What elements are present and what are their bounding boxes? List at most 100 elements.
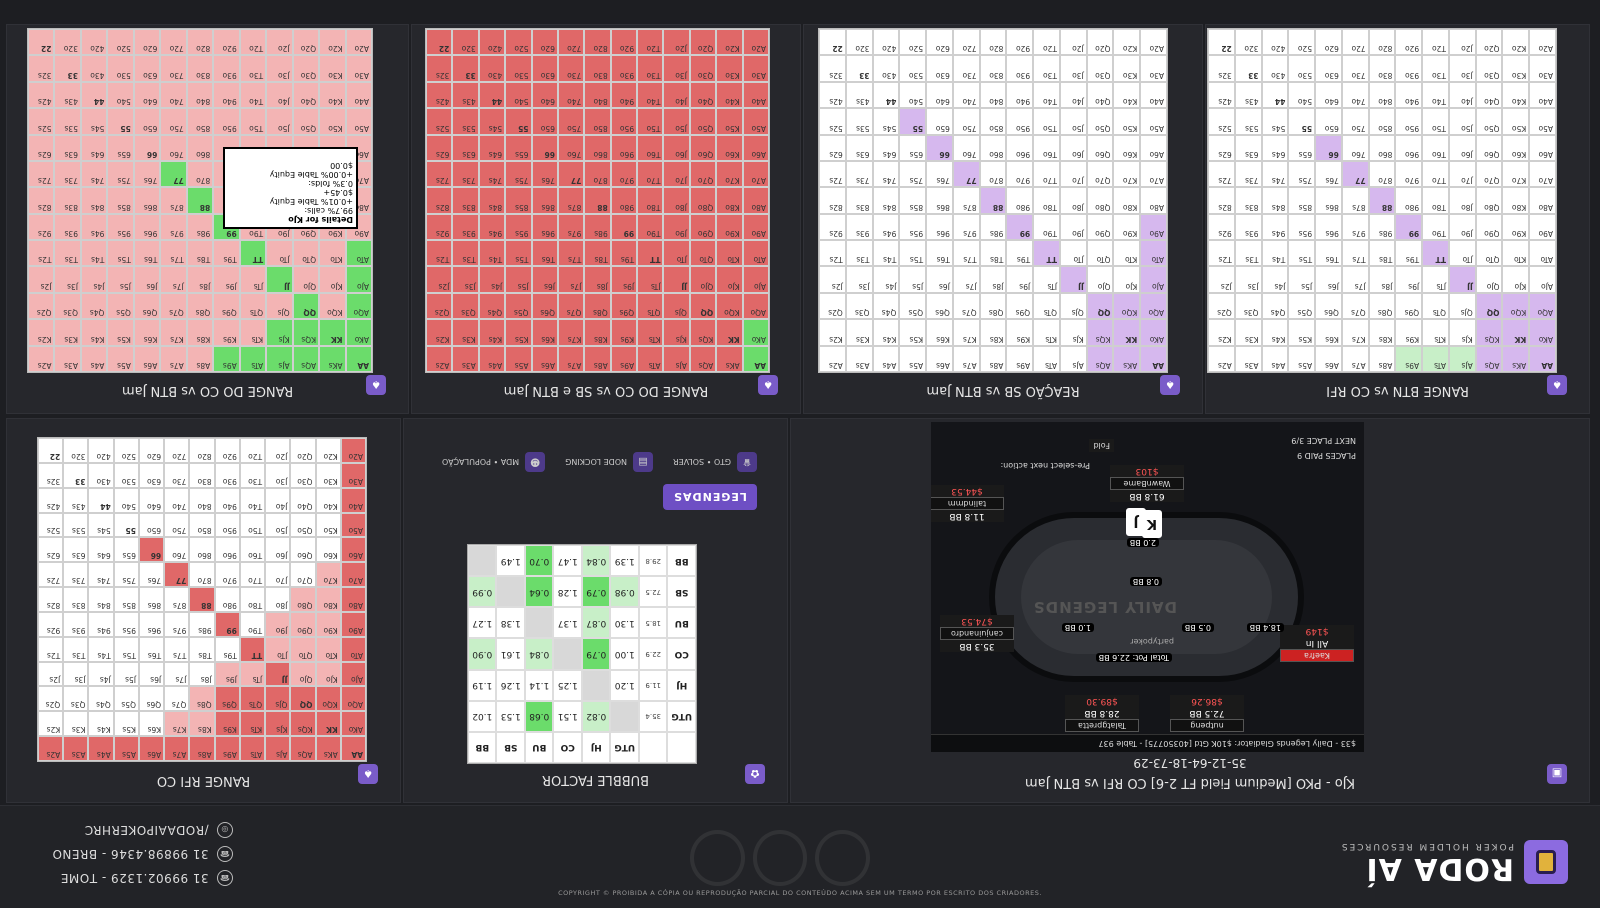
range-cell[interactable]: 93o xyxy=(214,462,240,488)
range-cell[interactable]: A7s xyxy=(557,345,585,372)
range-cell[interactable]: 86s xyxy=(1315,187,1342,214)
range-cell[interactable]: A3o xyxy=(1529,55,1556,82)
range-cell[interactable]: KJs xyxy=(1059,319,1087,346)
range-cell[interactable]: K3s xyxy=(54,319,81,346)
range-cell[interactable]: 83s xyxy=(54,187,81,214)
range-cell[interactable]: 94o xyxy=(214,487,240,513)
range-cell[interactable]: 98o xyxy=(214,587,240,612)
range-cell[interactable]: 87o xyxy=(186,160,214,188)
range-cell[interactable]: 54o xyxy=(899,81,927,109)
range-cell[interactable]: 62o xyxy=(531,29,558,56)
range-cell[interactable]: 85o xyxy=(584,108,611,135)
range-cell[interactable]: Q5o xyxy=(1475,108,1503,135)
range-cell[interactable]: 54o xyxy=(505,81,532,109)
range-cell[interactable]: 76o xyxy=(557,134,585,161)
range-cell[interactable]: 62s xyxy=(819,134,846,161)
range-cell[interactable]: K7o xyxy=(716,160,743,188)
range-cell[interactable]: K5s xyxy=(505,319,532,346)
bf-cell[interactable] xyxy=(525,607,554,639)
range-cell[interactable]: QJo xyxy=(1475,266,1503,293)
range-cell[interactable]: 86o xyxy=(979,134,1007,161)
range-cell[interactable]: JJ xyxy=(1448,266,1476,293)
range-cell[interactable]: K4s xyxy=(478,319,506,346)
bf-cell[interactable]: 0.82 xyxy=(582,700,611,732)
bf-cell[interactable]: 1.00 xyxy=(610,638,639,670)
range-cell[interactable]: Q5s xyxy=(107,292,134,320)
range-cell[interactable]: K8o xyxy=(1502,187,1530,214)
range-cell[interactable]: K2s xyxy=(38,711,64,737)
range-cell[interactable]: J7o xyxy=(1059,160,1087,188)
range-cell[interactable]: K8s xyxy=(979,319,1007,346)
range-cell[interactable]: 95o xyxy=(213,108,240,135)
range-cell[interactable]: J3o xyxy=(663,55,690,82)
range-cell[interactable]: Q2o xyxy=(292,29,320,56)
range-cell[interactable]: ATs xyxy=(1033,345,1060,372)
range-cell[interactable]: K6o xyxy=(1502,134,1530,161)
range-cell[interactable]: A6s xyxy=(1315,345,1342,372)
range-cell[interactable]: 74o xyxy=(164,487,190,513)
range-cell[interactable]: Q6o xyxy=(290,537,316,563)
range-cell[interactable]: A5s xyxy=(899,345,927,372)
range-cell[interactable]: K9s xyxy=(1395,319,1423,346)
range-cell[interactable]: Q7o xyxy=(689,160,717,188)
range-cell[interactable]: 94s xyxy=(80,213,108,241)
range-cell[interactable]: 93s xyxy=(1234,213,1262,241)
range-cell[interactable]: A9s xyxy=(1395,345,1423,372)
range-cell[interactable]: 94o xyxy=(1006,81,1034,109)
range-cell[interactable]: 98s xyxy=(1368,213,1396,241)
range-cell[interactable]: Q9o xyxy=(689,213,717,241)
range-cell[interactable]: 42o xyxy=(80,29,108,56)
range-cell[interactable]: Q4s xyxy=(80,292,108,320)
range-cell[interactable]: 85s xyxy=(1288,187,1316,214)
range-cell[interactable]: J6s xyxy=(138,661,165,687)
range-cell[interactable]: A9s xyxy=(214,736,240,761)
range-cell[interactable]: 97s xyxy=(164,611,190,637)
range-cell[interactable]: J3o xyxy=(266,55,293,82)
range-cell[interactable]: JJ xyxy=(265,661,291,687)
range-cell[interactable]: K4s xyxy=(80,319,108,346)
range-cell[interactable]: 95o xyxy=(214,512,240,538)
range-cell[interactable]: Q3o xyxy=(1475,55,1503,82)
range-cell[interactable]: J3s xyxy=(452,266,479,293)
range-cell[interactable]: 98s xyxy=(186,213,214,241)
range-cell[interactable]: AJs xyxy=(1059,345,1087,372)
range-cell[interactable]: 75s xyxy=(1288,160,1316,188)
range-cell[interactable]: K2o xyxy=(315,438,341,463)
range-cell[interactable]: QJs xyxy=(266,292,293,320)
bf-cell[interactable]: 1.49 xyxy=(496,545,525,577)
range-cell[interactable]: Q7s xyxy=(557,292,585,320)
range-cell[interactable]: 75s xyxy=(113,562,139,588)
range-cell[interactable]: KTs xyxy=(239,711,266,737)
range-cell[interactable]: 92o xyxy=(214,438,240,463)
range-cell[interactable]: 98s xyxy=(584,213,611,241)
range-cell[interactable]: 97o xyxy=(1006,160,1034,188)
range-cell[interactable]: Q3s xyxy=(452,292,479,320)
range-cell[interactable]: T9s xyxy=(610,240,638,267)
range-cell[interactable]: 84o xyxy=(584,81,611,109)
range-cell[interactable]: ATo xyxy=(1529,240,1556,267)
range-cell[interactable]: T2s xyxy=(426,240,453,267)
range-cell[interactable]: K4o xyxy=(1113,81,1141,109)
range-cell[interactable]: A8o xyxy=(340,587,366,612)
range-cell[interactable]: T5s xyxy=(505,240,532,267)
range-cell[interactable]: T3o xyxy=(239,55,267,82)
range-cell[interactable]: J5s xyxy=(899,266,927,293)
range-cell[interactable]: 75s xyxy=(899,160,927,188)
range-cell[interactable]: Q5o xyxy=(1086,108,1114,135)
range-cell[interactable]: Q9o xyxy=(290,611,316,637)
range-cell[interactable]: T6o xyxy=(637,134,664,161)
range-cell[interactable]: T4s xyxy=(478,240,506,267)
range-cell[interactable]: 32s xyxy=(38,462,64,488)
range-cell[interactable]: T2s xyxy=(819,240,846,267)
range-cell[interactable]: A7o xyxy=(1529,160,1556,188)
range-cell[interactable]: J5s xyxy=(505,266,532,293)
range-cell[interactable]: K2s xyxy=(819,319,846,346)
range-cell[interactable]: A8s xyxy=(979,345,1007,372)
range-cell[interactable]: J8o xyxy=(663,187,690,214)
range-cell[interactable]: ATo xyxy=(340,636,366,662)
range-cell[interactable]: T2s xyxy=(1208,240,1235,267)
range-cell[interactable]: JTs xyxy=(637,266,664,293)
range-cell[interactable]: QQ xyxy=(292,292,320,320)
range-cell[interactable]: T8s xyxy=(1368,240,1396,267)
range-cell[interactable]: 92o xyxy=(213,29,240,56)
